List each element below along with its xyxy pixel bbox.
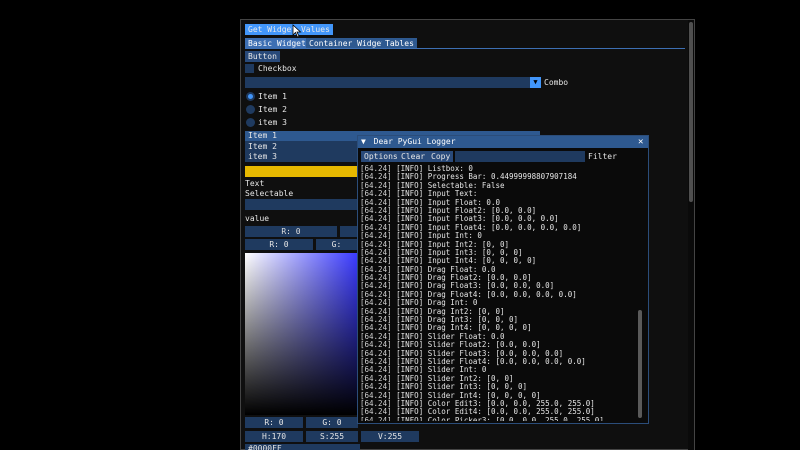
logger-title: Dear PyGui Logger — [373, 137, 456, 146]
color-edit-r[interactable]: R: 0 — [245, 226, 337, 237]
value-label: value — [245, 214, 270, 223]
log-timestamp: [64.24] — [360, 415, 392, 421]
color-edit-g[interactable] — [340, 226, 357, 237]
color-picker-sv-area[interactable] — [245, 253, 357, 415]
button-widget[interactable]: Button — [245, 51, 280, 62]
picker-g-field[interactable]: G: 0 — [306, 417, 358, 428]
checkbox-label: Checkbox — [258, 64, 297, 73]
listbox-item-1[interactable]: Item 1 — [248, 130, 277, 141]
logger-filter-input[interactable] — [455, 151, 585, 162]
logger-copy-button[interactable]: Copy — [428, 151, 454, 162]
logger-titlebar[interactable]: ▼ Dear PyGui Logger — [358, 136, 648, 148]
logger-filter-label: Filter — [588, 152, 617, 161]
radio-item-3[interactable] — [246, 118, 255, 127]
color-edit4-r[interactable]: R: 0 — [245, 239, 313, 250]
radio-item-2[interactable] — [246, 105, 255, 114]
log-scrollbar-thumb[interactable] — [638, 310, 642, 418]
combo-arrow-icon[interactable]: ▼ — [530, 77, 541, 88]
picker-h-field[interactable]: H:170 — [245, 431, 303, 442]
picker-r-field[interactable]: R: 0 — [245, 417, 303, 428]
progress-bar — [245, 166, 357, 177]
logger-options-button[interactable]: Options — [361, 151, 401, 162]
radio-label-2: Item 2 — [258, 105, 287, 114]
picker-v-field[interactable]: V:255 — [361, 431, 419, 442]
tab-bar-underline — [245, 48, 685, 49]
selectable-widget[interactable]: Selectable — [245, 188, 293, 199]
input-text-field[interactable] — [245, 199, 357, 210]
logger-clear-button[interactable]: Clear — [398, 151, 429, 162]
log-message: Color Picker3: [0.0, 0.0, 255.0, 255.0] — [427, 415, 604, 421]
picker-s-field[interactable]: S:255 — [306, 431, 358, 442]
get-widget-values-button[interactable]: Get Widget Values — [245, 24, 333, 35]
combo-label: Combo — [544, 78, 569, 87]
listbox-item-3[interactable]: item 3 — [248, 151, 277, 162]
radio-item-1[interactable] — [246, 92, 255, 101]
log-area: [64.24] [INFO] Listbox: 0 [64.24] [INFO] … — [360, 165, 640, 421]
main-scrollbar-thumb[interactable] — [689, 22, 693, 202]
radio-label-3: item 3 — [258, 118, 287, 127]
picker-hex-field[interactable]: #0000FF — [245, 444, 360, 450]
log-level: [INFO] — [396, 415, 424, 421]
color-edit4-g[interactable]: G: — [316, 239, 357, 250]
collapse-arrow-icon[interactable]: ▼ — [361, 137, 366, 146]
mouse-cursor-icon — [292, 24, 302, 38]
checkbox[interactable] — [245, 64, 254, 73]
radio-label-1: Item 1 — [258, 92, 287, 101]
combo-box[interactable] — [245, 77, 530, 88]
close-icon[interactable]: ✕ — [638, 136, 643, 148]
log-line: [64.24] [INFO] Color Picker3: [0.0, 0.0,… — [360, 415, 640, 421]
